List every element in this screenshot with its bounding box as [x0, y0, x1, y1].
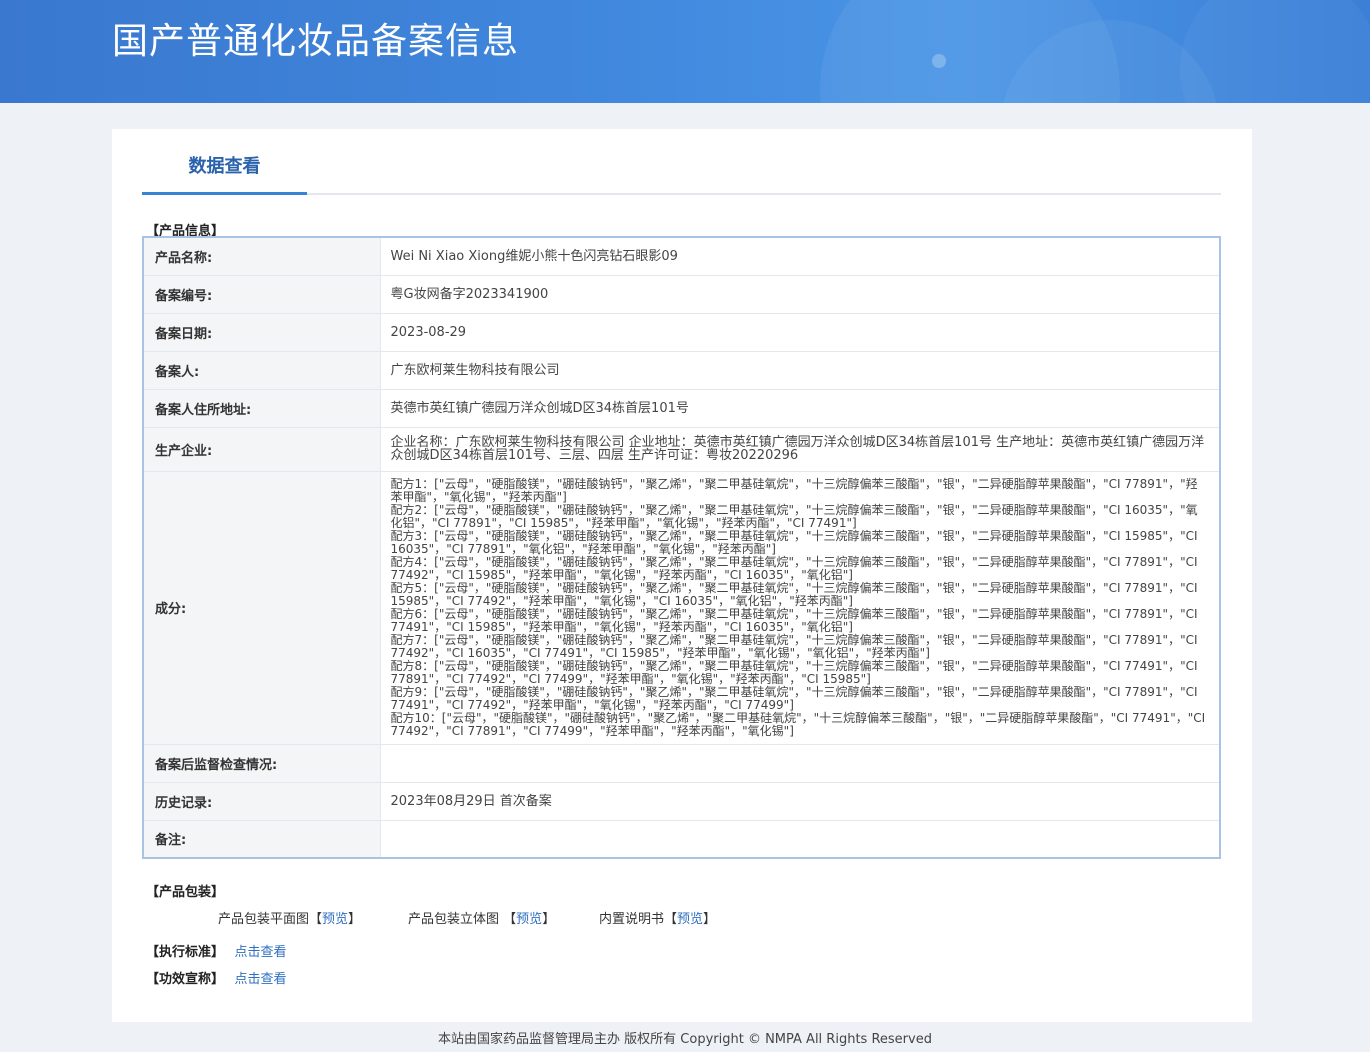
header-banner: 国产普通化妆品备案信息	[0, 0, 1370, 103]
table-row: 产品名称: Wei Ni Xiao Xiong维妮小熊十色闪亮钻石眼影09	[142, 236, 1221, 276]
row-key: 备案编号:	[142, 274, 381, 314]
banner-decoration	[932, 54, 946, 68]
registrant-address-value: 英德市英红镇广德园万洋众创城D区34栋首层101号	[379, 388, 1221, 428]
remarks-value	[379, 819, 1221, 859]
packaging-item: 产品包装立体图 【预览】	[408, 908, 555, 927]
page-title: 国产普通化妆品备案信息	[112, 21, 520, 62]
bracket: 】	[542, 912, 556, 927]
efficacy-label: 【功效宣称】	[146, 972, 225, 987]
formula-item: 配方4：["云母"，"硬脂酸镁"，"硼硅酸钠钙"，"聚乙烯"，"聚二甲基硅氧烷"…	[390, 554, 1198, 582]
efficacy-title: 【功效宣称】 点击查看	[146, 968, 287, 987]
packaging-label: 内置说明书	[599, 912, 665, 927]
inspection-value	[379, 743, 1221, 783]
formula-item: 配方7：["云母"，"硬脂酸镁"，"硼硅酸钠钙"，"聚乙烯"，"聚二甲基硅氧烷"…	[390, 632, 1198, 660]
table-row: 备案编号: 粤G妆网备字2023341900	[142, 274, 1221, 314]
bracket: 【	[664, 912, 678, 927]
formula-item: 配方9：["云母"，"硬脂酸镁"，"硼硅酸钠钙"，"聚乙烯"，"聚二甲基硅氧烷"…	[390, 684, 1198, 712]
efficacy-view-link[interactable]: 点击查看	[235, 972, 287, 987]
preview-3d-link[interactable]: 预览	[516, 912, 542, 927]
row-key: 备案日期:	[142, 312, 381, 352]
row-key: 生产企业:	[142, 426, 381, 472]
standard-label: 【执行标准】	[146, 945, 225, 960]
table-row: 备案日期: 2023-08-29	[142, 312, 1221, 352]
banner-decoration	[1180, 0, 1370, 103]
table-row: 备案后监督检查情况:	[142, 743, 1221, 783]
row-key: 成分:	[142, 470, 381, 745]
standard-title: 【执行标准】 点击查看	[146, 941, 287, 960]
bracket: 】	[703, 912, 717, 927]
table-row: 备案人: 广东欧柯莱生物科技有限公司	[142, 350, 1221, 390]
row-key: 产品名称:	[142, 236, 381, 276]
packaging-label: 产品包装平面图	[218, 912, 310, 927]
tab-data-view[interactable]: 数据查看	[142, 129, 307, 195]
table-row: 备案人住所地址: 英德市英红镇广德园万洋众创城D区34栋首层101号	[142, 388, 1221, 428]
main-card: 数据查看 【产品信息】 产品名称: Wei Ni Xiao Xiong维妮小熊十…	[112, 129, 1252, 1022]
bracket: 【	[503, 912, 517, 927]
row-key: 备注:	[142, 819, 381, 859]
registrant-value: 广东欧柯莱生物科技有限公司	[379, 350, 1221, 390]
preview-flat-link[interactable]: 预览	[322, 912, 348, 927]
history-value: 2023年08月29日 首次备案	[379, 781, 1221, 821]
product-name-value: Wei Ni Xiao Xiong维妮小熊十色闪亮钻石眼影09	[379, 236, 1221, 276]
footer-copyright: 本站由国家药品监督管理局主办 版权所有 Copyright © NMPA All…	[438, 1032, 932, 1047]
formula-item: 配方8：["云母"，"硬脂酸镁"，"硼硅酸钠钙"，"聚乙烯"，"聚二甲基硅氧烷"…	[390, 658, 1198, 686]
table-row: 备注:	[142, 819, 1221, 859]
manufacturer-value: 企业名称：广东欧柯莱生物科技有限公司 企业地址：英德市英红镇广德园万洋众创城D区…	[379, 426, 1221, 472]
row-key: 备案人:	[142, 350, 381, 390]
packaging-label: 产品包装立体图	[408, 912, 500, 927]
record-date-value: 2023-08-29	[379, 312, 1221, 352]
bracket: 】	[348, 912, 362, 927]
formula-item: 配方10：["云母"，"硬脂酸镁"，"硼硅酸钠钙"，"聚乙烯"，"聚二甲基硅氧烷…	[390, 710, 1206, 738]
product-info-table: 产品名称: Wei Ni Xiao Xiong维妮小熊十色闪亮钻石眼影09 备案…	[142, 236, 1221, 859]
row-key: 备案人住所地址:	[142, 388, 381, 428]
bracket: 【	[309, 912, 323, 927]
table-row: 生产企业: 企业名称：广东欧柯莱生物科技有限公司 企业地址：英德市英红镇广德园万…	[142, 426, 1221, 472]
formula-item: 配方3：["云母"，"硬脂酸镁"，"硼硅酸钠钙"，"聚乙烯"，"聚二甲基硅氧烷"…	[390, 528, 1198, 556]
record-number-value: 粤G妆网备字2023341900	[379, 274, 1221, 314]
table-row: 历史记录: 2023年08月29日 首次备案	[142, 781, 1221, 821]
standard-view-link[interactable]: 点击查看	[235, 945, 287, 960]
packaging-title: 【产品包装】	[146, 885, 225, 900]
formula-item: 配方6：["云母"，"硬脂酸镁"，"硼硅酸钠钙"，"聚乙烯"，"聚二甲基硅氧烷"…	[390, 606, 1198, 634]
tab-bar: 数据查看	[142, 129, 1221, 195]
preview-manual-link[interactable]: 预览	[677, 912, 703, 927]
table-row: 成分: 配方1：["云母"，"硬脂酸镁"，"硼硅酸钠钙"，"聚乙烯"，"聚二甲基…	[142, 470, 1221, 745]
formula-item: 配方2：["云母"，"硬脂酸镁"，"硼硅酸钠钙"，"聚乙烯"，"聚二甲基硅氧烷"…	[390, 502, 1198, 530]
formula-item: 配方5：["云母"，"硬脂酸镁"，"硼硅酸钠钙"，"聚乙烯"，"聚二甲基硅氧烷"…	[390, 580, 1198, 608]
packaging-item: 内置说明书【预览】	[599, 908, 716, 927]
ingredients-value: 配方1：["云母"，"硬脂酸镁"，"硼硅酸钠钙"，"聚乙烯"，"聚二甲基硅氧烷"…	[379, 470, 1221, 745]
formula-item: 配方1：["云母"，"硬脂酸镁"，"硼硅酸钠钙"，"聚乙烯"，"聚二甲基硅氧烷"…	[390, 476, 1198, 504]
row-key: 历史记录:	[142, 781, 381, 821]
packaging-item: 产品包装平面图【预览】	[218, 908, 361, 927]
row-key: 备案后监督检查情况:	[142, 743, 381, 783]
